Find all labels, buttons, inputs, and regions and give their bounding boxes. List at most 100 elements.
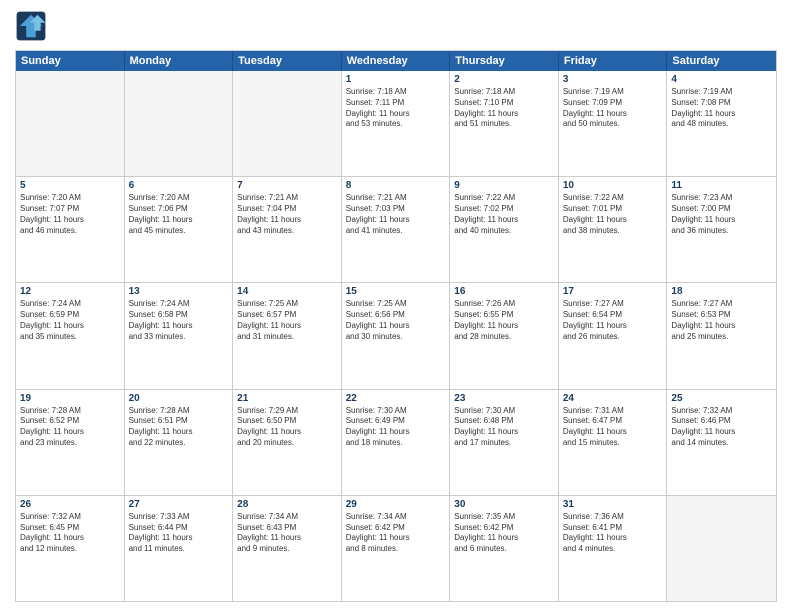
day-info: Sunrise: 7:30 AMSunset: 6:48 PMDaylight:… — [454, 406, 554, 449]
day-info: Sunrise: 7:28 AMSunset: 6:51 PMDaylight:… — [129, 406, 229, 449]
day-number: 31 — [563, 499, 663, 510]
day-info: Sunrise: 7:22 AMSunset: 7:02 PMDaylight:… — [454, 193, 554, 236]
day-number: 12 — [20, 286, 120, 297]
day-number: 23 — [454, 393, 554, 404]
week-row-4: 19Sunrise: 7:28 AMSunset: 6:52 PMDayligh… — [16, 390, 776, 496]
logo-icon — [15, 10, 47, 42]
day-cell-empty — [16, 71, 125, 176]
day-number: 20 — [129, 393, 229, 404]
day-cell-3: 3 Sunrise: 7:19 AMSunset: 7:09 PMDaylight… — [559, 71, 668, 176]
calendar: SundayMondayTuesdayWednesdayThursdayFrid… — [15, 50, 777, 602]
day-number: 15 — [346, 286, 446, 297]
day-info: Sunrise: 7:27 AMSunset: 6:53 PMDaylight:… — [671, 299, 772, 342]
day-info: Sunrise: 7:34 AMSunset: 6:43 PMDaylight:… — [237, 512, 337, 555]
day-cell-9: 9 Sunrise: 7:22 AMSunset: 7:02 PMDaylight… — [450, 177, 559, 282]
weeks: 1Sunrise: 7:18 AMSunset: 7:11 PMDaylight… — [16, 71, 776, 601]
week-row-2: 5 Sunrise: 7:20 AMSunset: 7:07 PMDaylight… — [16, 177, 776, 283]
day-info: Sunrise: 7:21 AMSunset: 7:03 PMDaylight:… — [346, 193, 446, 236]
day-cell-17: 17 Sunrise: 7:27 AMSunset: 6:54 PMDayligh… — [559, 283, 668, 388]
day-cell-empty — [667, 496, 776, 601]
day-cell-19: 19Sunrise: 7:28 AMSunset: 6:52 PMDayligh… — [16, 390, 125, 495]
day-number: 25 — [671, 393, 772, 404]
day-header-friday: Friday — [559, 51, 668, 71]
day-number: 21 — [237, 393, 337, 404]
day-info: Sunrise: 7:19 AMSunset: 7:08 PMDaylight:… — [671, 87, 772, 130]
day-number: 26 — [20, 499, 120, 510]
day-number: 8 — [346, 180, 446, 191]
day-info: Sunrise: 7:35 AMSunset: 6:42 PMDaylight:… — [454, 512, 554, 555]
day-cell-12: 12 Sunrise: 7:24 AMSunset: 6:59 PMDayligh… — [16, 283, 125, 388]
day-info: Sunrise: 7:26 AMSunset: 6:55 PMDaylight:… — [454, 299, 554, 342]
day-info: Sunrise: 7:22 AMSunset: 7:01 PMDaylight:… — [563, 193, 663, 236]
week-row-5: 26Sunrise: 7:32 AMSunset: 6:45 PMDayligh… — [16, 496, 776, 601]
day-info: Sunrise: 7:29 AMSunset: 6:50 PMDaylight:… — [237, 406, 337, 449]
day-number: 28 — [237, 499, 337, 510]
day-cell-25: 25 Sunrise: 7:32 AMSunset: 6:46 PMDayligh… — [667, 390, 776, 495]
day-cell-6: 6 Sunrise: 7:20 AMSunset: 7:06 PMDaylight… — [125, 177, 234, 282]
day-cell-empty — [125, 71, 234, 176]
day-number: 14 — [237, 286, 337, 297]
day-info: Sunrise: 7:25 AMSunset: 6:56 PMDaylight:… — [346, 299, 446, 342]
day-number: 27 — [129, 499, 229, 510]
day-number: 13 — [129, 286, 229, 297]
page: SundayMondayTuesdayWednesdayThursdayFrid… — [0, 0, 792, 612]
day-info: Sunrise: 7:28 AMSunset: 6:52 PMDaylight:… — [20, 406, 120, 449]
day-number: 18 — [671, 286, 772, 297]
day-number: 9 — [454, 180, 554, 191]
day-cell-4: 4 Sunrise: 7:19 AMSunset: 7:08 PMDaylight… — [667, 71, 776, 176]
day-info: Sunrise: 7:18 AMSunset: 7:11 PMDaylight:… — [346, 87, 446, 130]
day-number: 22 — [346, 393, 446, 404]
day-header-monday: Monday — [125, 51, 234, 71]
day-cell-5: 5 Sunrise: 7:20 AMSunset: 7:07 PMDaylight… — [16, 177, 125, 282]
day-cell-7: 7 Sunrise: 7:21 AMSunset: 7:04 PMDaylight… — [233, 177, 342, 282]
day-info: Sunrise: 7:32 AMSunset: 6:46 PMDaylight:… — [671, 406, 772, 449]
day-cell-22: 22Sunrise: 7:30 AMSunset: 6:49 PMDayligh… — [342, 390, 451, 495]
day-info: Sunrise: 7:19 AMSunset: 7:09 PMDaylight:… — [563, 87, 663, 130]
day-info: Sunrise: 7:20 AMSunset: 7:07 PMDaylight:… — [20, 193, 120, 236]
day-cell-23: 23 Sunrise: 7:30 AMSunset: 6:48 PMDayligh… — [450, 390, 559, 495]
day-header-wednesday: Wednesday — [342, 51, 451, 71]
day-number: 3 — [563, 74, 663, 85]
week-row-3: 12 Sunrise: 7:24 AMSunset: 6:59 PMDayligh… — [16, 283, 776, 389]
day-cell-20: 20 Sunrise: 7:28 AMSunset: 6:51 PMDayligh… — [125, 390, 234, 495]
day-number: 6 — [129, 180, 229, 191]
day-number: 24 — [563, 393, 663, 404]
day-number: 30 — [454, 499, 554, 510]
day-cell-24: 24 Sunrise: 7:31 AMSunset: 6:47 PMDayligh… — [559, 390, 668, 495]
day-number: 10 — [563, 180, 663, 191]
day-cell-30: 30 Sunrise: 7:35 AMSunset: 6:42 PMDayligh… — [450, 496, 559, 601]
day-info: Sunrise: 7:24 AMSunset: 6:59 PMDaylight:… — [20, 299, 120, 342]
day-cell-16: 16 Sunrise: 7:26 AMSunset: 6:55 PMDayligh… — [450, 283, 559, 388]
day-info: Sunrise: 7:25 AMSunset: 6:57 PMDaylight:… — [237, 299, 337, 342]
day-cell-2: 2 Sunrise: 7:18 AMSunset: 7:10 PMDaylight… — [450, 71, 559, 176]
week-row-1: 1Sunrise: 7:18 AMSunset: 7:11 PMDaylight… — [16, 71, 776, 177]
day-info: Sunrise: 7:34 AMSunset: 6:42 PMDaylight:… — [346, 512, 446, 555]
day-number: 7 — [237, 180, 337, 191]
day-cell-empty — [233, 71, 342, 176]
day-headers: SundayMondayTuesdayWednesdayThursdayFrid… — [16, 51, 776, 71]
day-info: Sunrise: 7:31 AMSunset: 6:47 PMDaylight:… — [563, 406, 663, 449]
day-info: Sunrise: 7:20 AMSunset: 7:06 PMDaylight:… — [129, 193, 229, 236]
day-number: 17 — [563, 286, 663, 297]
day-header-tuesday: Tuesday — [233, 51, 342, 71]
day-info: Sunrise: 7:18 AMSunset: 7:10 PMDaylight:… — [454, 87, 554, 130]
day-number: 4 — [671, 74, 772, 85]
day-cell-10: 10 Sunrise: 7:22 AMSunset: 7:01 PMDayligh… — [559, 177, 668, 282]
day-header-thursday: Thursday — [450, 51, 559, 71]
day-cell-18: 18 Sunrise: 7:27 AMSunset: 6:53 PMDayligh… — [667, 283, 776, 388]
day-number: 2 — [454, 74, 554, 85]
day-cell-15: 15 Sunrise: 7:25 AMSunset: 6:56 PMDayligh… — [342, 283, 451, 388]
day-header-saturday: Saturday — [667, 51, 776, 71]
day-cell-28: 28 Sunrise: 7:34 AMSunset: 6:43 PMDayligh… — [233, 496, 342, 601]
day-info: Sunrise: 7:27 AMSunset: 6:54 PMDaylight:… — [563, 299, 663, 342]
day-cell-13: 13Sunrise: 7:24 AMSunset: 6:58 PMDayligh… — [125, 283, 234, 388]
header — [15, 10, 777, 42]
day-number: 5 — [20, 180, 120, 191]
day-info: Sunrise: 7:36 AMSunset: 6:41 PMDaylight:… — [563, 512, 663, 555]
day-header-sunday: Sunday — [16, 51, 125, 71]
day-cell-29: 29Sunrise: 7:34 AMSunset: 6:42 PMDayligh… — [342, 496, 451, 601]
day-info: Sunrise: 7:21 AMSunset: 7:04 PMDaylight:… — [237, 193, 337, 236]
day-cell-14: 14 Sunrise: 7:25 AMSunset: 6:57 PMDayligh… — [233, 283, 342, 388]
day-cell-8: 8 Sunrise: 7:21 AMSunset: 7:03 PMDaylight… — [342, 177, 451, 282]
day-number: 16 — [454, 286, 554, 297]
